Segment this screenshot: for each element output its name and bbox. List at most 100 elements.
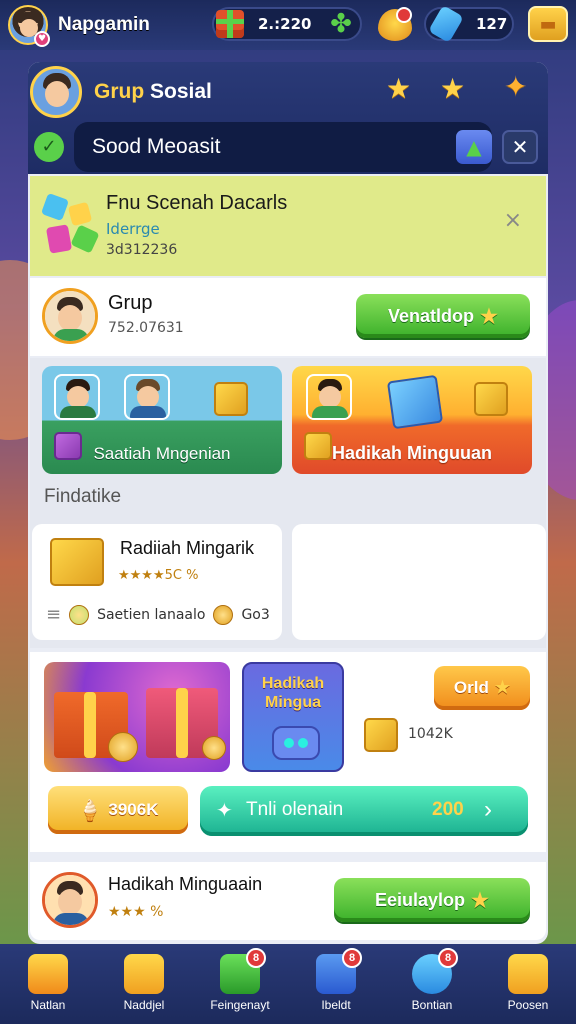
search-input[interactable]: Sood Meoasit	[74, 122, 492, 172]
nav-item-home[interactable]: Natlan	[0, 944, 96, 1024]
reward-footer-text: Saetien lanaalo	[97, 606, 206, 623]
page-title: Grup Sosial	[94, 80, 212, 103]
gem-counter[interactable]: 127	[424, 5, 514, 43]
weekly-reward-card[interactable]: Hadikah Minguuan	[292, 366, 532, 474]
cards-area: Saatiah Mngenian Hadikah Minguuan Findat…	[30, 358, 546, 648]
star-icon: ★	[494, 678, 511, 697]
main-panel: Grup Sosial ★ ★ ✦ ✓ Sood Meoasit ▲ ✕ Fnu…	[28, 62, 548, 944]
coin-counter[interactable]: 2.:220 ✤	[212, 7, 362, 41]
nav-item-shop[interactable]: Naddjel	[96, 944, 192, 1024]
reward-card[interactable]: Radiiah Mingarik ★★★★5C % ≡ Saetien lana…	[32, 524, 282, 640]
group-row[interactable]: Grup 752.07631 Venatldop ★	[30, 278, 546, 356]
group-action-button[interactable]: Venatldop ★	[356, 294, 530, 338]
menu-icon: ▬	[539, 13, 557, 35]
compass-icon	[69, 604, 90, 625]
chat-icon: 8	[220, 948, 266, 994]
message-icon	[508, 954, 548, 994]
close-icon: ✕	[511, 135, 529, 159]
reward-footer: ≡ Saetien lanaalo Go3	[46, 604, 270, 625]
weekly-row[interactable]: Hadikah Minguaain ★★★ % Eeiulaylop ★	[30, 862, 546, 940]
star-icon[interactable]: ★	[386, 72, 411, 105]
notification-banner[interactable]: Fnu Scenah Dacarls Iderrge 3d312236 ×	[30, 176, 546, 276]
tablet-icon	[386, 374, 444, 430]
buy-button[interactable]: ✦ Tnli olenain 200 ›	[200, 786, 528, 836]
reward-footer-extra: Go3	[241, 606, 270, 623]
nav-label: Ibeldt	[321, 998, 351, 1012]
nav-item-friends[interactable]: 8 Bontian	[384, 944, 480, 1024]
star-icon: ★	[471, 889, 489, 912]
member-avatar	[54, 374, 100, 420]
price-button[interactable]: 🍦 3906K	[48, 786, 188, 834]
weekly-row-rating: ★★★ %	[108, 904, 164, 920]
daily-reward-card[interactable]: Saatiah Mngenian	[42, 366, 282, 474]
star-icon[interactable]: ★	[440, 72, 465, 105]
promo-section: Hadikah Mingua Orld ★ 1042K 🍦 3906K ✦ Tnl…	[30, 652, 546, 852]
menu-button[interactable]: ▬	[528, 6, 568, 42]
panel-header: Grup Sosial ★ ★ ✦ ✓ Sood Meoasit ▲ ✕	[28, 62, 548, 174]
claim-button[interactable]: Orld ★	[434, 666, 530, 710]
group-member-avatar[interactable]	[42, 288, 98, 344]
add-user-button[interactable]: ▲	[456, 130, 492, 164]
notification-badge: 8	[438, 948, 458, 968]
promo-price: 1042K	[408, 726, 453, 742]
gems-icon	[40, 192, 100, 258]
close-button[interactable]: ✕	[502, 130, 538, 164]
nav-label: Feingenayt	[210, 998, 270, 1012]
chevron-right-icon: ›	[484, 796, 492, 823]
search-row: ✓ Sood Meoasit ▲ ✕	[28, 122, 548, 172]
bottom-nav: Natlan Naddjel 8 Feingenayt 8 Ibeldt 8 B…	[0, 944, 576, 1024]
heart-icon[interactable]	[378, 7, 412, 41]
chest-icon	[214, 382, 248, 416]
weekly-promo-tile[interactable]: Hadikah Mingua	[242, 662, 344, 772]
buy-label: Tnli olenain	[246, 799, 344, 820]
player-avatar[interactable]: ♥	[8, 5, 50, 47]
nav-item-events[interactable]: 8 Ibeldt	[288, 944, 384, 1024]
username: Napgamin	[58, 14, 150, 35]
notification-badge: 8	[246, 948, 266, 968]
sparkle-icon: ✦	[216, 800, 233, 822]
chest-icon	[364, 718, 398, 752]
group-name: Grup	[108, 292, 153, 314]
nav-label: Bontian	[411, 998, 453, 1012]
potion-icon	[428, 5, 464, 43]
empty-card	[292, 524, 546, 640]
nav-label: Naddjel	[123, 998, 165, 1012]
group-number: 752.07631	[108, 320, 184, 336]
nav-item-messages[interactable]: Poosen	[480, 944, 576, 1024]
badge-star-icon[interactable]: ✦	[504, 70, 527, 103]
member-avatar[interactable]	[42, 872, 98, 928]
speech-bubble-icon: 8	[412, 948, 458, 994]
flag-icon: 8	[316, 948, 362, 994]
weekly-row-title: Hadikah Minguaain	[108, 874, 263, 894]
weekly-promo-label: Hadikah Mingua	[261, 675, 325, 711]
chest-icon	[474, 382, 508, 416]
nav-item-chat[interactable]: 8 Feingenayt	[192, 944, 288, 1024]
top-bar: ♥ Napgamin 2.:220 ✤ 127 ▬	[0, 0, 576, 50]
house-icon	[124, 954, 164, 994]
robot-icon	[272, 726, 320, 760]
ice-cream-icon: 🍦	[77, 799, 103, 822]
notification-subtitle: Iderrge	[106, 220, 160, 238]
gift-bundle-image[interactable]	[44, 662, 230, 772]
heart-badge-icon: ♥	[34, 31, 50, 47]
treasure-icon	[50, 538, 104, 586]
weekly-reward-label: Hadikah Minguuan	[331, 443, 492, 463]
buy-value: 200	[432, 799, 464, 820]
notification-title: Fnu Scenah Dacarls	[106, 192, 288, 214]
list-icon[interactable]: ≡	[46, 604, 61, 625]
notification-badge: 8	[342, 948, 362, 968]
reward-title: Radiiah Mingarik	[120, 538, 255, 558]
daily-reward-label: Saatiah Mngenian	[93, 444, 231, 463]
coin-icon	[213, 604, 234, 625]
user-icon: ▲	[466, 135, 482, 159]
reward-rating: ★★★★5C %	[118, 568, 199, 583]
weekly-action-button[interactable]: Eeiulaylop ★	[334, 878, 530, 922]
clover-icon: ✤	[330, 9, 352, 39]
group-avatar[interactable]	[30, 66, 82, 118]
gift-icon	[216, 10, 244, 38]
gem-value: 127	[476, 15, 508, 33]
dismiss-icon[interactable]: ×	[504, 208, 522, 233]
nav-label: Poosen	[507, 998, 549, 1012]
leaf-icon[interactable]: ✓	[34, 132, 64, 162]
member-avatar	[124, 374, 170, 420]
